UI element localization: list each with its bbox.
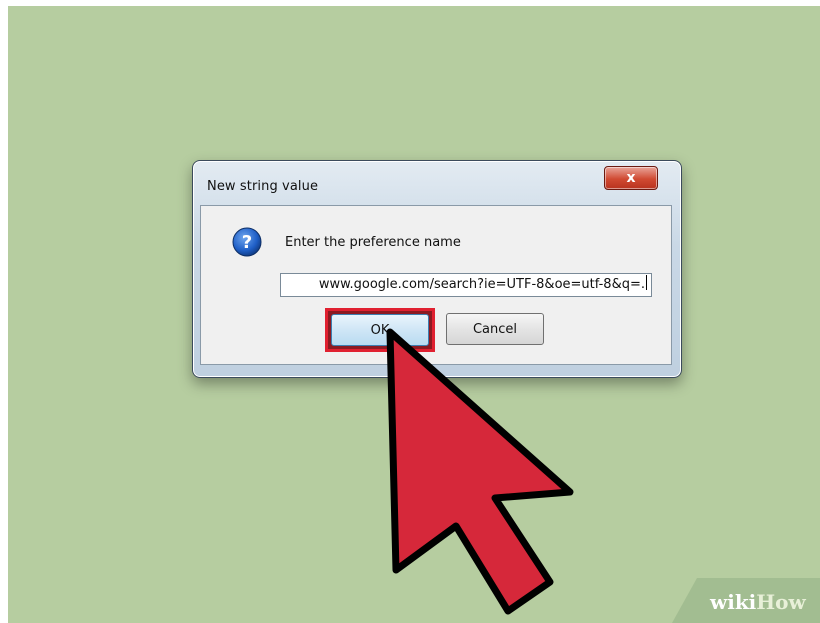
svg-text:?: ? xyxy=(242,232,252,253)
close-icon: x xyxy=(626,170,636,186)
close-button[interactable]: x xyxy=(604,166,658,190)
watermark-logo: wikiHow xyxy=(710,590,806,614)
dialog-title: New string value xyxy=(207,179,319,194)
input-value: www.google.com/search?ie=UTF-8&oe=utf-8&… xyxy=(318,277,645,292)
preference-name-input[interactable]: www.google.com/search?ie=UTF-8&oe=utf-8&… xyxy=(280,273,652,297)
question-icon: ? xyxy=(232,227,262,257)
text-caret xyxy=(646,275,647,290)
prompt-label: Enter the preference name xyxy=(285,235,461,250)
mouse-pointer-icon xyxy=(386,328,574,615)
